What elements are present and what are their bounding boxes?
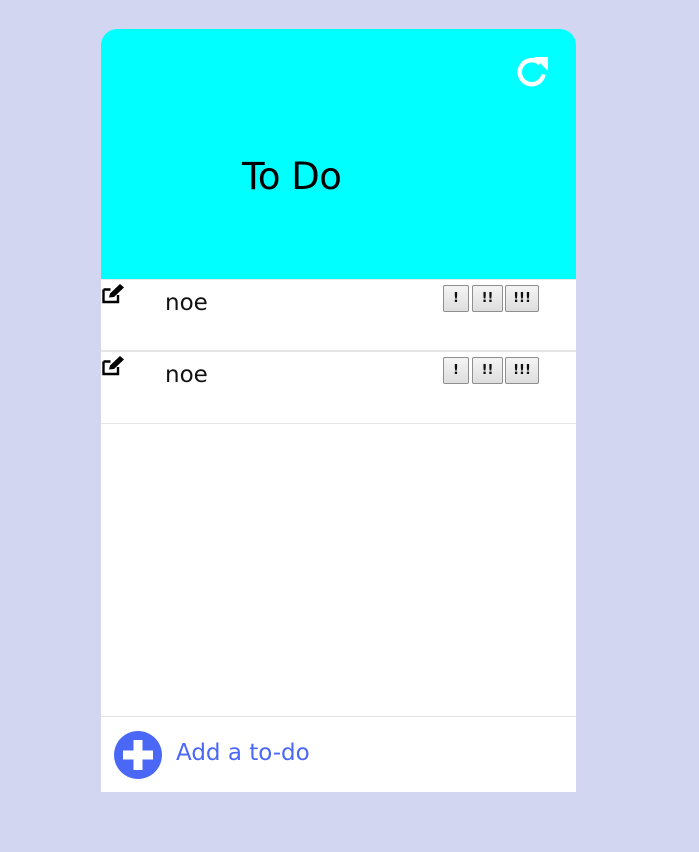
add-todo-bar: Add a to-do: [101, 716, 576, 792]
add-todo-input[interactable]: Add a to-do: [176, 738, 310, 768]
todo-card: To Do noe ! !! !!! noe ! !! !!! Add a to…: [101, 29, 576, 792]
todo-item: noe ! !! !!!: [101, 351, 576, 422]
priority-high-button[interactable]: !!!: [505, 357, 539, 384]
priority-medium-button[interactable]: !!: [472, 357, 503, 384]
priority-high-button[interactable]: !!!: [505, 285, 539, 312]
priority-medium-button[interactable]: !!: [472, 285, 503, 312]
priority-low-button[interactable]: !: [443, 357, 469, 384]
row-divider: [101, 423, 576, 424]
page-title: To Do: [242, 155, 342, 198]
edit-icon[interactable]: [102, 356, 125, 376]
plus-icon: [123, 740, 153, 770]
refresh-icon[interactable]: [513, 53, 551, 91]
priority-low-button[interactable]: !: [443, 285, 469, 312]
todo-header: To Do: [101, 29, 576, 279]
todo-item: noe ! !! !!!: [101, 279, 576, 350]
add-todo-button[interactable]: [114, 731, 162, 779]
edit-icon[interactable]: [102, 284, 125, 304]
todo-text: noe: [165, 290, 208, 316]
todo-text: noe: [165, 362, 208, 388]
